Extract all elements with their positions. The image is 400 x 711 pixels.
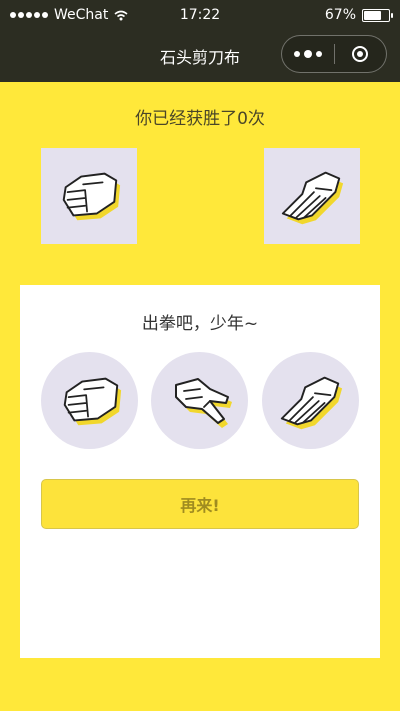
paper-hand-icon bbox=[280, 376, 343, 430]
win-count-text: 你已经获胜了0次 bbox=[135, 109, 265, 129]
battery-icon bbox=[362, 8, 393, 22]
more-dots-icon[interactable] bbox=[282, 49, 334, 58]
scissors-hand-icon bbox=[174, 377, 233, 429]
computer-hand-card bbox=[264, 148, 360, 244]
status-bar: WeChat 17:22 67% bbox=[0, 0, 400, 32]
mini-program-close-icon[interactable] bbox=[335, 46, 387, 62]
top-bar: WeChat 17:22 67% 石头剪刀布 bbox=[0, 0, 400, 82]
play-again-button[interactable]: 再来! bbox=[41, 479, 359, 529]
paper-choice-button[interactable] bbox=[262, 352, 359, 449]
rock-choice-button[interactable] bbox=[41, 352, 138, 449]
battery-percent: 67% bbox=[324, 7, 356, 23]
battery-fill bbox=[364, 10, 382, 20]
status-right: 67% bbox=[324, 7, 393, 23]
paper-hand-icon bbox=[281, 171, 345, 226]
scissors-choice-button[interactable] bbox=[151, 352, 248, 449]
choice-panel: 出拳吧，少年~ 再来! bbox=[20, 285, 380, 658]
player-hand-card bbox=[41, 148, 137, 244]
rock-hand-icon bbox=[62, 172, 122, 222]
choice-prompt: 出拳吧，少年~ bbox=[141, 314, 259, 334]
mini-program-capsule bbox=[281, 35, 387, 73]
rock-hand-icon bbox=[63, 377, 122, 426]
